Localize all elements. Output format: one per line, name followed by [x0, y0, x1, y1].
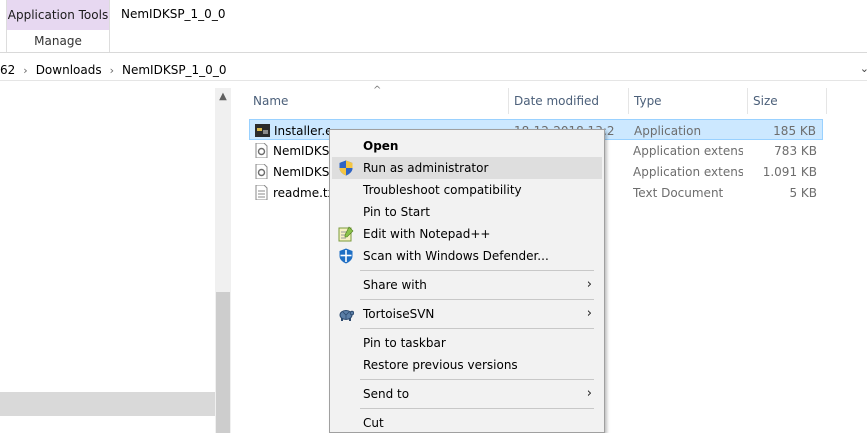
- context-group-label: Application Tools: [7, 0, 109, 30]
- context-menu: Open Run as administrator Troubleshoot c…: [329, 129, 605, 433]
- menu-item-label: Pin to taskbar: [363, 336, 446, 350]
- menu-separator: [360, 408, 594, 409]
- file-name: readme.txt: [273, 185, 329, 200]
- breadcrumb-current[interactable]: NemIDKSP_1_0_0: [116, 63, 232, 77]
- menu-item-send-to[interactable]: Send to ›: [332, 383, 602, 405]
- column-divider[interactable]: [826, 88, 827, 114]
- menu-item-label: Cut: [363, 416, 384, 430]
- navigation-pane[interactable]: [0, 88, 215, 433]
- column-header-date[interactable]: Date modified: [514, 88, 599, 114]
- breadcrumb-separator-icon[interactable]: ›: [108, 64, 116, 77]
- column-header-size[interactable]: Size: [753, 88, 778, 114]
- scroll-up-arrow-icon[interactable]: ▲: [215, 88, 231, 104]
- menu-item-pin-to-taskbar[interactable]: Pin to taskbar: [332, 332, 602, 354]
- menu-item-label: Share with: [363, 278, 427, 292]
- breadcrumb-downloads[interactable]: Downloads: [30, 63, 108, 77]
- column-divider[interactable]: [508, 88, 509, 114]
- uac-shield-icon: [339, 160, 353, 176]
- file-type: Application extens...: [633, 164, 743, 179]
- file-size: 783 KB: [774, 143, 817, 158]
- installer-icon: [255, 124, 270, 137]
- text-file-icon: [255, 185, 268, 200]
- menu-item-label: Restore previous versions: [363, 358, 518, 372]
- menu-item-share-with[interactable]: Share with ›: [332, 274, 602, 296]
- tortoisesvn-icon: [339, 310, 354, 321]
- file-size: 5 KB: [789, 185, 817, 200]
- file-name: Installer.exe: [274, 123, 330, 138]
- column-header-type[interactable]: Type: [634, 88, 662, 114]
- nav-scrollbar[interactable]: ▲: [215, 88, 231, 433]
- dll-file-icon: [255, 164, 268, 179]
- address-bar[interactable]: 62 › Downloads › NemIDKSP_1_0_0 ⌄: [0, 60, 867, 80]
- menu-item-troubleshoot-compatibility[interactable]: Troubleshoot compatibility: [332, 179, 602, 201]
- menu-item-label: Pin to Start: [363, 205, 430, 219]
- breadcrumb-separator-icon[interactable]: ›: [21, 64, 29, 77]
- submenu-arrow-icon: ›: [586, 277, 592, 292]
- menu-item-label: Troubleshoot compatibility: [363, 183, 522, 197]
- file-type: Application extens...: [633, 143, 743, 158]
- column-divider[interactable]: [628, 88, 629, 114]
- menu-item-run-as-administrator[interactable]: Run as administrator: [332, 157, 602, 179]
- menu-item-label: Send to: [363, 387, 410, 401]
- menu-item-label: TortoiseSVN: [363, 307, 435, 321]
- menu-item-open[interactable]: Open: [332, 135, 602, 157]
- tab-manage[interactable]: Manage: [7, 30, 109, 52]
- menu-item-label: Edit with Notepad++: [363, 227, 491, 241]
- ribbon: Application Tools Manage NemIDKSP_1_0_0: [0, 0, 867, 53]
- menu-item-scan-with-windows-defender[interactable]: Scan with Windows Defender...: [332, 245, 602, 267]
- notepad-plus-plus-icon: [338, 226, 354, 242]
- menu-item-edit-with-notepad[interactable]: Edit with Notepad++: [332, 223, 602, 245]
- address-divider: [0, 80, 867, 81]
- menu-item-pin-to-start[interactable]: Pin to Start: [332, 201, 602, 223]
- sort-ascending-icon: ^: [373, 85, 382, 96]
- menu-item-label: Open: [363, 139, 399, 153]
- window-title: NemIDKSP_1_0_0: [121, 7, 226, 21]
- file-type: Application: [634, 123, 702, 138]
- menu-separator: [360, 328, 594, 329]
- menu-item-tortoisesvn[interactable]: TortoiseSVN ›: [332, 303, 602, 325]
- submenu-arrow-icon: ›: [586, 386, 592, 401]
- menu-item-cut[interactable]: Cut: [332, 412, 602, 432]
- file-name: NemIDKSP: [273, 164, 329, 179]
- menu-item-restore-previous-versions[interactable]: Restore previous versions: [332, 354, 602, 376]
- menu-separator: [360, 379, 594, 380]
- menu-separator: [360, 270, 594, 271]
- menu-item-label: Scan with Windows Defender...: [363, 249, 549, 263]
- submenu-arrow-icon: ›: [586, 306, 592, 321]
- column-header-name[interactable]: Name: [253, 88, 288, 114]
- ribbon-divider: [0, 52, 867, 53]
- file-name: NemIDKSP: [273, 143, 329, 158]
- scrollbar-thumb[interactable]: [216, 292, 230, 433]
- menu-item-label: Run as administrator: [363, 161, 489, 175]
- file-size: 1.091 KB: [762, 164, 817, 179]
- dll-file-icon: [255, 143, 268, 158]
- file-size: 185 KB: [773, 123, 816, 138]
- file-type: Text Document: [633, 185, 724, 200]
- menu-separator: [360, 299, 594, 300]
- windows-defender-icon: [339, 248, 353, 264]
- breadcrumb-parent[interactable]: 62: [0, 63, 21, 77]
- application-tools-group: Application Tools Manage: [6, 0, 110, 53]
- nav-selected-item[interactable]: [0, 392, 215, 416]
- address-history-chevron-icon[interactable]: ⌄: [860, 62, 867, 75]
- column-divider[interactable]: [747, 88, 748, 114]
